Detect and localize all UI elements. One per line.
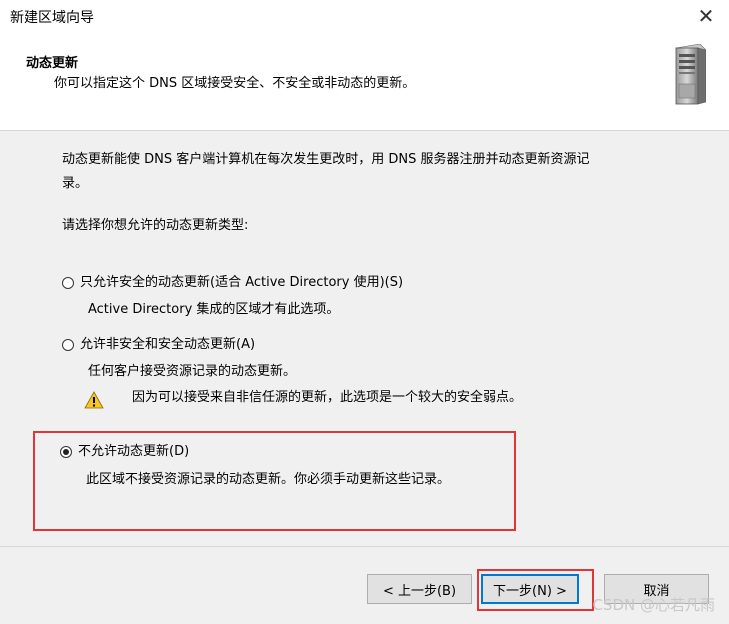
server-icon (675, 44, 706, 105)
page-subtitle: 你可以指定这个 DNS 区域接受安全、不安全或非动态的更新。 (54, 76, 416, 91)
window-title: 新建区域向导 (10, 10, 94, 26)
title-bar: 新建区域向导 ✕ (0, 0, 729, 32)
radio-no-dynamic-updates[interactable] (60, 446, 72, 458)
close-icon: ✕ (697, 4, 715, 28)
wizard-content: 动态更新能使 DNS 客户端计算机在每次发生更改时，用 DNS 服务器注册并动态… (0, 131, 729, 546)
new-zone-wizard-window: 新建区域向导 ✕ 动态更新 你可以指定这个 DNS 区域接受安全、不安全或非动态… (0, 0, 729, 624)
watermark: CSDN @心若凡雨 (592, 596, 715, 614)
selection-prompt: 请选择你想允许的动态更新类型: (62, 218, 249, 233)
option-nonsecure-warning: 因为可以接受来自非信任源的更新，此选项是一个较大的安全弱点。 (132, 390, 523, 405)
warning-icon (84, 391, 104, 409)
back-button[interactable]: < 上一步(B) (367, 574, 472, 604)
close-button[interactable]: ✕ (683, 0, 729, 32)
radio-nonsecure-and-secure[interactable] (62, 339, 74, 351)
radio-secure-only[interactable] (62, 277, 74, 289)
intro-text-line2: 录。 (62, 176, 89, 191)
next-button-label: 下一步(N) > (493, 583, 567, 599)
option-nonsecure-description: 任何客户接受资源记录的动态更新。 (88, 364, 297, 379)
wizard-header: 动态更新 你可以指定这个 DNS 区域接受安全、不安全或非动态的更新。 (0, 32, 729, 131)
option-no-dynamic-label[interactable]: 不允许动态更新(D) (78, 441, 189, 463)
intro-text-line1: 动态更新能使 DNS 客户端计算机在每次发生更改时，用 DNS 服务器注册并动态… (62, 152, 590, 167)
option-no-dynamic-description: 此区域不接受资源记录的动态更新。你必须手动更新这些记录。 (86, 472, 451, 487)
page-title: 动态更新 (26, 56, 79, 71)
footer-divider (0, 546, 729, 547)
next-button[interactable]: 下一步(N) > (481, 574, 579, 604)
back-button-label: < 上一步(B) (382, 583, 457, 599)
option-nonsecure-label[interactable]: 允许非安全和安全动态更新(A) (80, 334, 255, 356)
option-secure-only-description: Active Directory 集成的区域才有此选项。 (88, 302, 340, 317)
option-secure-only-label[interactable]: 只允许安全的动态更新(适合 Active Directory 使用)(S) (80, 272, 403, 294)
